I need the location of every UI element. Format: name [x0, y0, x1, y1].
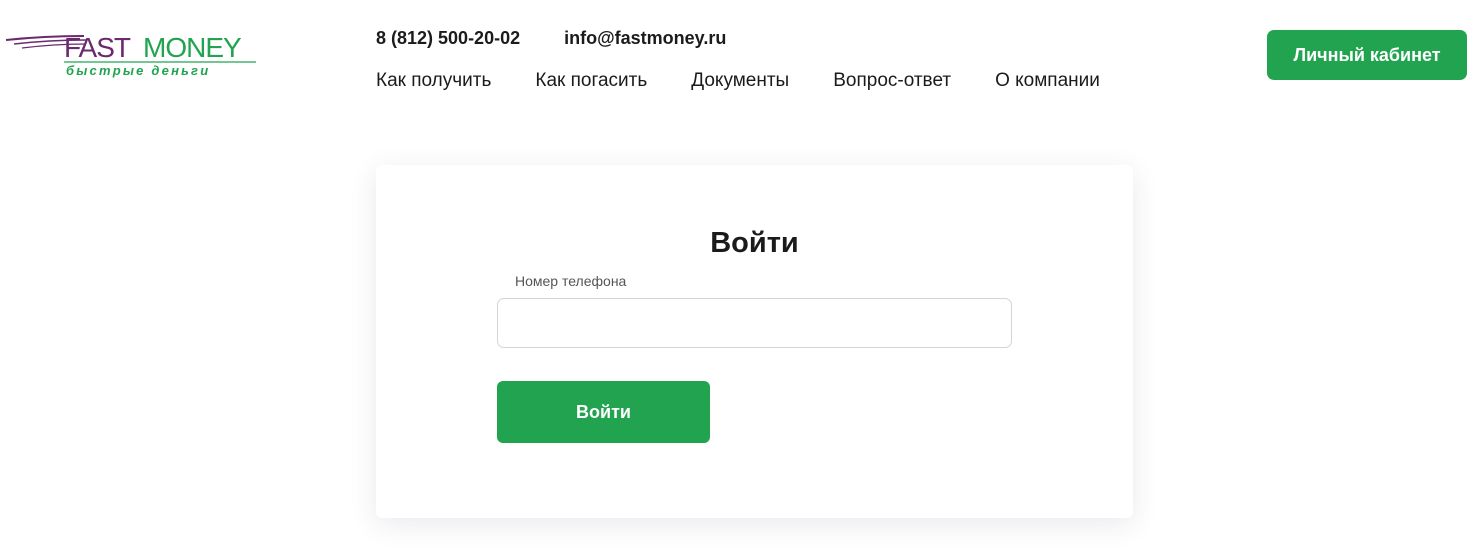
logo-graphic: FAST MONEY быстрые деньги [5, 32, 256, 78]
login-title: Войти [710, 227, 799, 259]
fastmoney-logo[interactable]: FAST MONEY быстрые деньги [4, 30, 260, 80]
login-submit-button[interactable]: Войти [497, 381, 710, 443]
phone-number[interactable]: 8 (812) 500-20-02 [376, 28, 520, 49]
site-header: FAST MONEY быстрые деньги 8 (812) 500-20… [0, 0, 1473, 116]
logo-tagline: быстрые деньги [66, 63, 210, 78]
nav-how-to-get[interactable]: Как получить [376, 70, 491, 92]
login-card: Войти Номер телефона Войти [376, 165, 1133, 518]
main-nav: Как получить Как погасить Документы Вопр… [376, 70, 1100, 92]
nav-documents[interactable]: Документы [691, 70, 789, 92]
logo-brand-fast: FAST [64, 32, 131, 63]
personal-cabinet-button[interactable]: Личный кабинет [1267, 30, 1467, 80]
phone-field-label: Номер телефона [515, 273, 627, 289]
nav-about-company[interactable]: О компании [995, 70, 1100, 92]
logo-brand-money: MONEY [143, 32, 242, 63]
nav-faq[interactable]: Вопрос-ответ [833, 70, 951, 92]
header-contacts: 8 (812) 500-20-02 info@fastmoney.ru [376, 28, 726, 49]
nav-how-to-repay[interactable]: Как погасить [535, 70, 647, 92]
phone-input[interactable] [497, 298, 1012, 348]
email-address[interactable]: info@fastmoney.ru [564, 28, 726, 49]
